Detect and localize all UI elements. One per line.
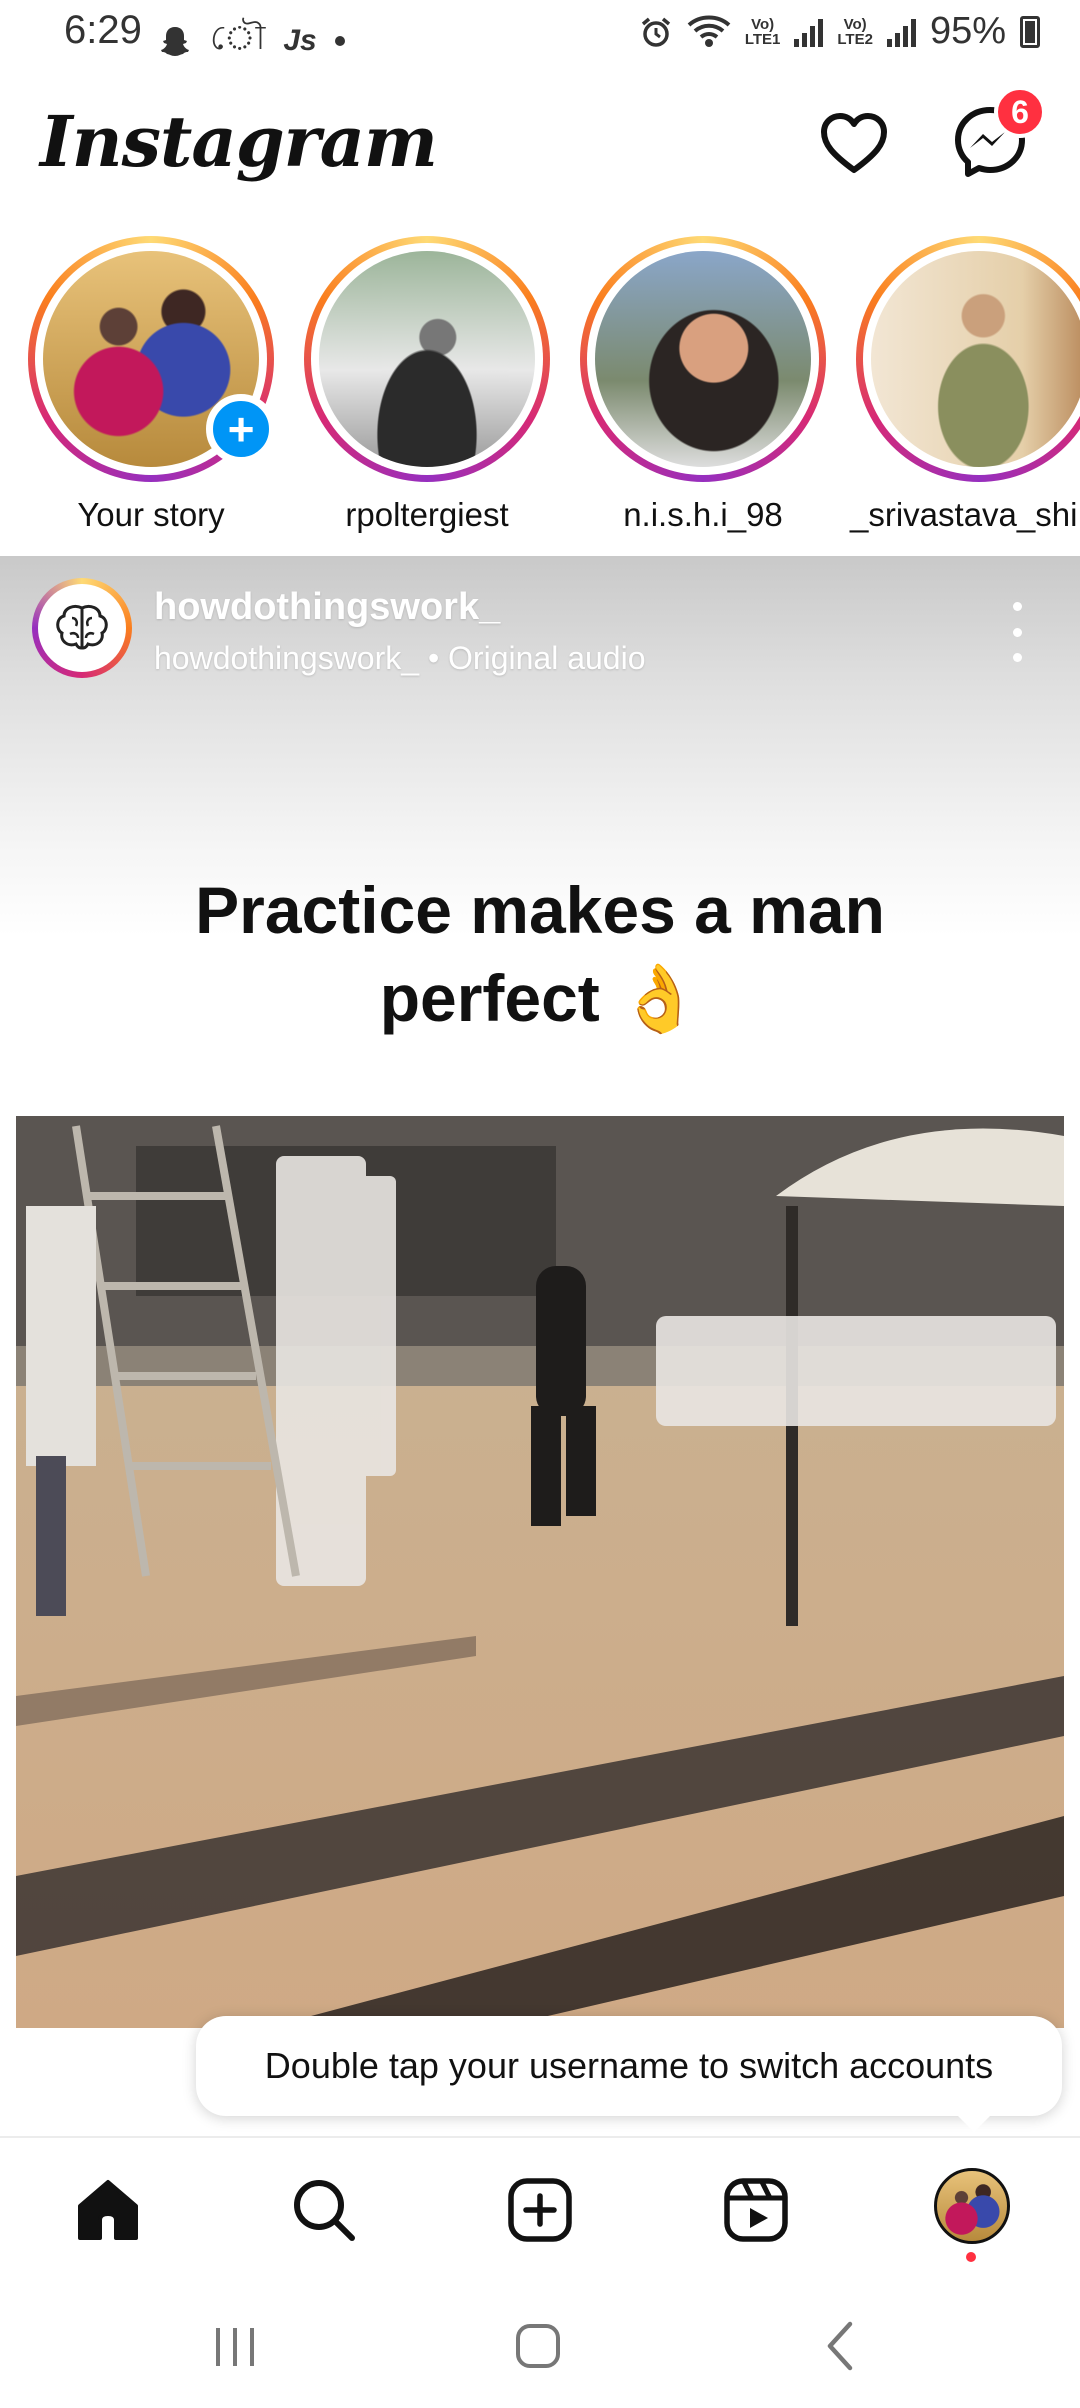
status-time: 6:29 [64, 8, 142, 52]
story-item[interactable]: n.i.s.h.i_98 [580, 236, 826, 534]
story-item[interactable]: rpoltergiest [304, 236, 550, 534]
js-icon: Js [283, 23, 317, 57]
status-app-icons: ৌ Js [158, 12, 345, 69]
signal-icon [794, 17, 824, 47]
story-avatar [319, 251, 535, 467]
status-bar: 6:29 ৌ Js Vo) LTE1 Vo) LTE2 95% [0, 0, 1080, 64]
wifi-icon [687, 15, 731, 47]
signal-icon-2 [886, 17, 916, 47]
instagram-logo[interactable]: Instagram [40, 100, 438, 183]
story-your-story[interactable]: + Your story [28, 236, 276, 534]
story-ring [304, 236, 550, 482]
profile-avatar[interactable] [934, 2168, 1010, 2244]
system-nav-bar [0, 2280, 1080, 2408]
net1-label: Vo) LTE1 [744, 15, 781, 48]
alarm-icon [641, 17, 670, 47]
switch-account-tooltip[interactable]: Double tap your username to switch accou… [196, 2016, 1062, 2116]
home-system-icon[interactable] [514, 2322, 562, 2370]
caption-line-1: Practice makes a man [195, 873, 885, 947]
story-label: n.i.s.h.i_98 [623, 496, 783, 533]
recent-apps-icon[interactable] [210, 2324, 260, 2370]
story-avatar [871, 251, 1080, 467]
profile-notification-dot [966, 2252, 976, 2262]
post-audio-subtitle[interactable]: howdothingswork_ • Original audio [154, 640, 645, 677]
messenger-badge: 6 [994, 86, 1046, 138]
bottom-nav [0, 2138, 1080, 2278]
post-username[interactable]: howdothingswork_ [154, 586, 500, 629]
post-author-avatar[interactable] [32, 578, 132, 678]
battery-icon [1020, 15, 1040, 48]
tooltip-arrow [952, 2110, 996, 2132]
net2-label: Vo) LTE2 [837, 15, 873, 48]
add-story-button[interactable]: + [206, 394, 276, 464]
battery-percent: 95% [929, 10, 1006, 52]
snapchat-icon [161, 26, 189, 56]
status-right: Vo) LTE1 Vo) LTE2 95% [639, 10, 1040, 53]
home-icon[interactable] [68, 2170, 148, 2250]
story-ring [856, 236, 1080, 482]
story-ring [580, 236, 826, 482]
app-icon: ৌ [210, 19, 266, 57]
story-avatar [595, 251, 811, 467]
story-label: Your story [77, 496, 225, 533]
story-label: rpoltergiest [345, 496, 509, 533]
back-icon[interactable] [822, 2320, 858, 2372]
search-icon[interactable] [284, 2170, 364, 2250]
brain-icon [56, 604, 108, 650]
create-icon[interactable] [500, 2170, 580, 2250]
dot-icon [334, 35, 345, 46]
story-item[interactable]: _srivastava_shi [850, 236, 1080, 534]
caption-line-2: perfect 👌 [379, 961, 701, 1035]
post-video[interactable] [16, 1116, 1064, 2028]
reels-icon[interactable] [716, 2170, 796, 2250]
post-more-icon[interactable] [1002, 602, 1032, 662]
post-caption: Practice makes a man perfect 👌 [100, 866, 980, 1042]
heart-icon[interactable] [818, 108, 890, 180]
story-label: _srivastava_shi [850, 496, 1078, 533]
